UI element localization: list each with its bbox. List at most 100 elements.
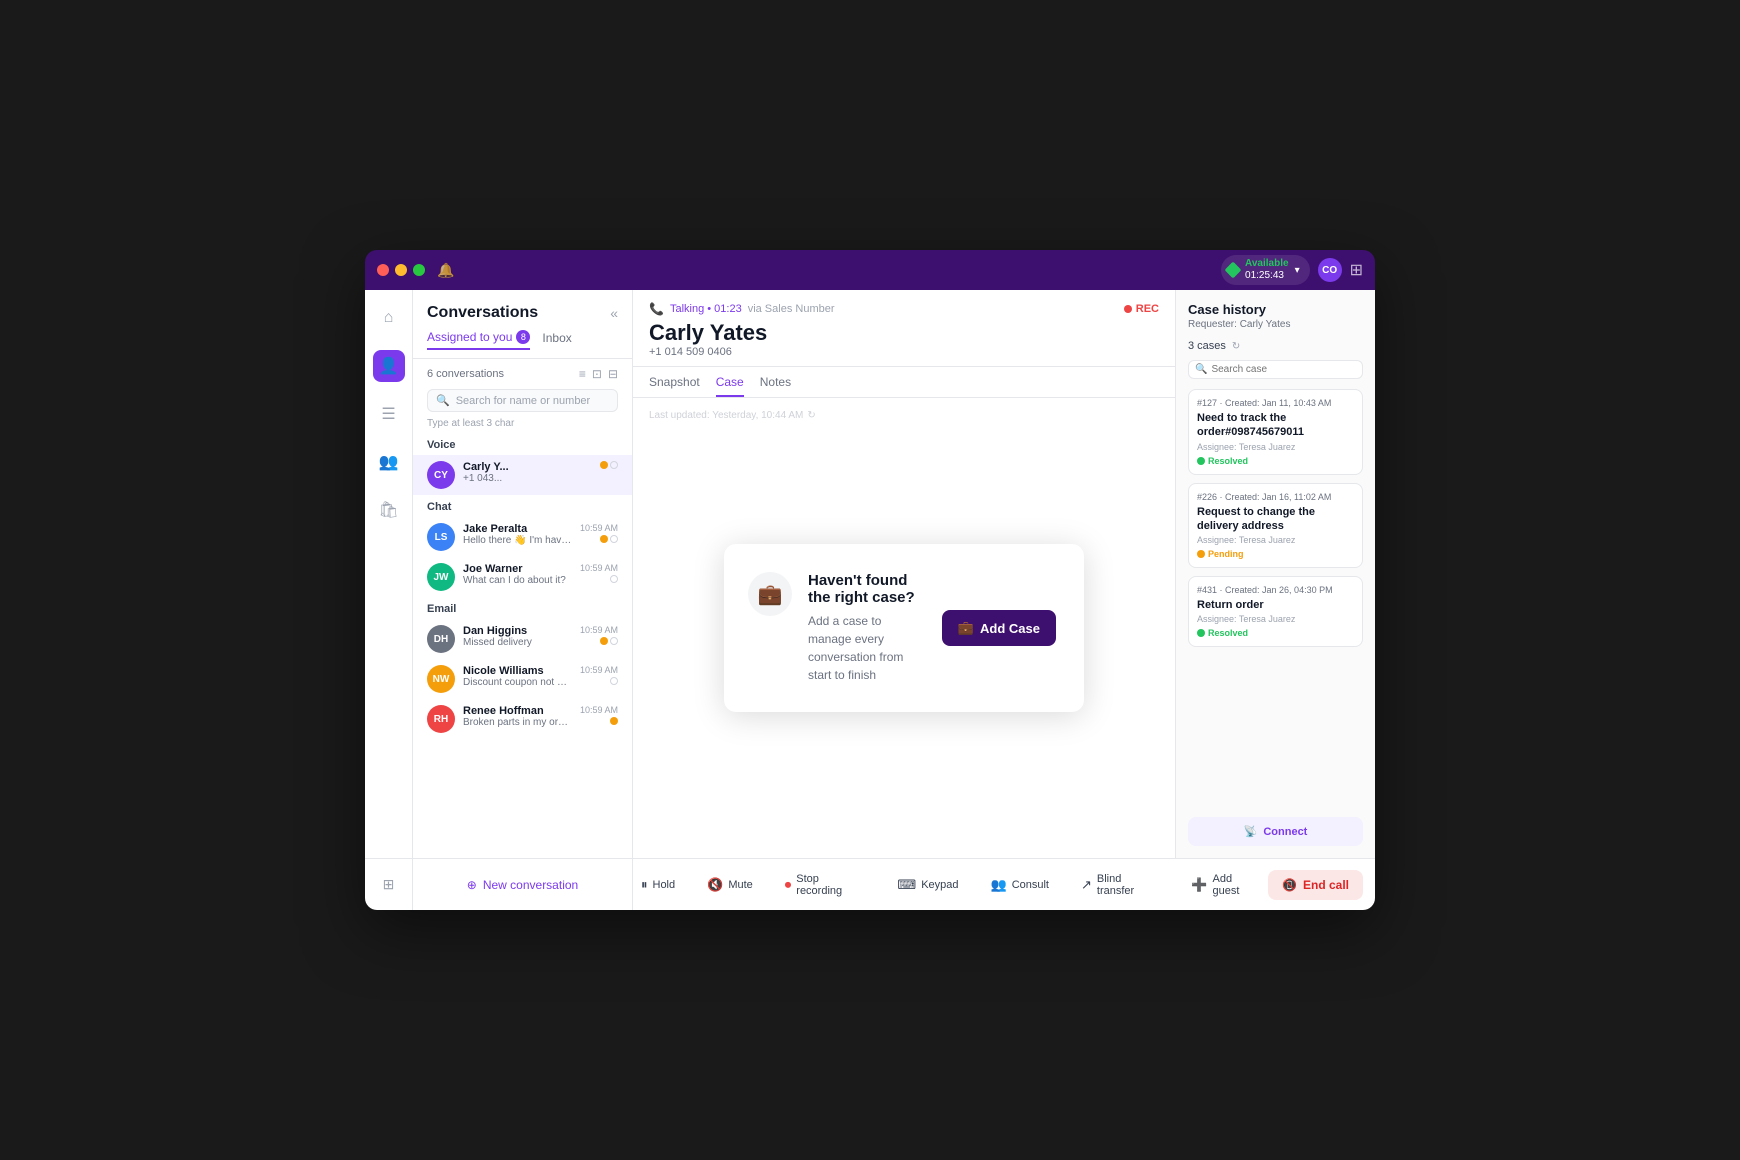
consult-button[interactable]: 👥 Consult xyxy=(983,873,1057,897)
content-tabs: Snapshot Case Notes xyxy=(633,367,1175,398)
case-assignee-127: Assignee: Teresa Juarez xyxy=(1197,442,1354,452)
conv-preview-carly: +1 043... xyxy=(463,473,592,484)
conv-name-joe: Joe Warner xyxy=(463,563,572,575)
plus-icon: ⊕ xyxy=(467,878,477,892)
right-panel: Case history Requester: Carly Yates 3 ca… xyxy=(1175,290,1375,858)
conv-meta-joe: 10:59 AM xyxy=(580,563,618,583)
case-subject-431: Return order xyxy=(1197,598,1354,612)
sidebar-item-conversations[interactable]: 👤 xyxy=(373,350,405,382)
status-text: Available 01:25:43 xyxy=(1245,258,1289,282)
avatar-renee: RH xyxy=(427,705,455,733)
status-green-icon-431 xyxy=(1197,629,1205,637)
tab-notes[interactable]: Notes xyxy=(760,375,791,397)
tab-assigned-to-you[interactable]: Assigned to you 8 xyxy=(427,330,530,350)
conv-indicators-jake xyxy=(600,535,618,543)
conv-time-jake: 10:59 AM xyxy=(580,523,618,533)
case-item-127[interactable]: #127 · Created: Jan 11, 10:43 AM Need to… xyxy=(1188,389,1363,475)
conv-preview-jake: Hello there 👋 I'm having trouble xyxy=(463,535,572,546)
case-search-input[interactable] xyxy=(1211,364,1356,375)
stop-recording-button[interactable]: ⏺ Stop recording xyxy=(777,869,874,901)
add-case-icon: 💼 xyxy=(958,620,974,636)
case-assignee-431: Assignee: Teresa Juarez xyxy=(1197,614,1354,624)
add-case-button[interactable]: 💼 Add Case xyxy=(942,610,1056,646)
avatar-carly: CY xyxy=(427,461,455,489)
conv-info-carly: Carly Y... +1 043... xyxy=(463,461,592,484)
avatar-jake: LS xyxy=(427,523,455,551)
tab-snapshot[interactable]: Snapshot xyxy=(649,375,700,397)
rec-label: REC xyxy=(1136,303,1159,315)
filter-icon[interactable]: ⊟ xyxy=(608,367,618,381)
sidebar-item-tasks[interactable]: ☰ xyxy=(373,398,405,430)
blind-transfer-button[interactable]: ↗ Blind transfer xyxy=(1073,869,1167,901)
add-guest-icon: ➕ xyxy=(1191,877,1207,893)
conv-item-nicole[interactable]: NW Nicole Williams Discount coupon not w… xyxy=(413,659,632,699)
conv-indicators-renee xyxy=(610,717,618,725)
cases-refresh-icon[interactable]: ↻ xyxy=(1232,341,1240,352)
conv-header: Conversations « xyxy=(413,290,632,330)
case-history-title: Case history xyxy=(1188,302,1363,317)
mute-icon: 🔇 xyxy=(707,877,723,893)
conv-preview-renee: Broken parts in my order xyxy=(463,717,572,728)
hold-button[interactable]: ⏸ Hold xyxy=(633,873,683,897)
status-indicator-icon xyxy=(1225,262,1242,279)
conv-indicators xyxy=(600,461,618,469)
sidebar-icons: ⌂ 👤 ☰ 👥 🛍 xyxy=(365,290,413,858)
conv-info-joe: Joe Warner What can I do about it? xyxy=(463,563,572,586)
sidebar-item-home[interactable]: ⌂ xyxy=(373,302,405,334)
call-status-row: 📞 Talking • 01:23 via Sales Number REC xyxy=(649,302,1159,316)
bottom-grid-icon[interactable]: ⊞ xyxy=(365,859,413,910)
conv-item-jake[interactable]: LS Jake Peralta Hello there 👋 I'm having… xyxy=(413,517,632,557)
close-button[interactable] xyxy=(377,264,389,276)
sort-icon[interactable]: ≡ xyxy=(579,367,586,381)
conv-meta-dan: 10:59 AM xyxy=(580,625,618,645)
add-guest-button[interactable]: ➕ Add guest xyxy=(1183,869,1268,901)
user-avatar[interactable]: CO xyxy=(1318,258,1342,282)
bell-icon[interactable]: 🔔 xyxy=(437,262,454,279)
case-subject-226: Request to change the delivery address xyxy=(1197,505,1354,534)
mute-button[interactable]: 🔇 Mute xyxy=(699,873,761,897)
status-timer: 01:25:43 xyxy=(1245,270,1289,282)
modal-briefcase-icon: 💼 xyxy=(748,572,792,616)
conv-name-nicole: Nicole Williams xyxy=(463,665,572,677)
conv-item-carly[interactable]: CY Carly Y... +1 043... xyxy=(413,455,632,495)
conv-time-joe: 10:59 AM xyxy=(580,563,618,573)
status-badge[interactable]: Available 01:25:43 ▾ xyxy=(1221,255,1310,285)
status-indicator xyxy=(610,461,618,469)
conv-meta-renee: 10:59 AM xyxy=(580,705,618,725)
tab-inbox[interactable]: Inbox xyxy=(542,330,571,350)
case-status-226: Pending xyxy=(1197,549,1354,559)
new-conversation-button[interactable]: ⊕ New conversation xyxy=(413,859,633,910)
modal-title: Haven't found the right case? xyxy=(808,572,926,606)
sidebar-item-contacts[interactable]: 👥 xyxy=(373,446,405,478)
conv-count-row: 6 conversations ≡ ⊡ ⊟ xyxy=(413,359,632,389)
app-window: 🔔 Available 01:25:43 ▾ CO ⊞ ⌂ 👤 ☰ 👥 🛍 xyxy=(365,250,1375,910)
view-icon[interactable]: ⊡ xyxy=(592,367,602,381)
maximize-button[interactable] xyxy=(413,264,425,276)
keypad-button[interactable]: ⌨ Keypad xyxy=(889,873,966,897)
end-call-button[interactable]: 📵 End call xyxy=(1268,870,1363,900)
connect-button[interactable]: 📡 Connect xyxy=(1188,817,1363,846)
conv-indicators-joe xyxy=(610,575,618,583)
section-voice-label: Voice xyxy=(413,433,632,455)
conv-info-nicole: Nicole Williams Discount coupon not work… xyxy=(463,665,572,688)
conv-item-dan[interactable]: DH Dan Higgins Missed delivery 10:59 AM xyxy=(413,619,632,659)
conv-item-joe[interactable]: JW Joe Warner What can I do about it? 10… xyxy=(413,557,632,597)
case-item-226[interactable]: #226 · Created: Jan 16, 11:02 AM Request… xyxy=(1188,483,1363,569)
call-status-text: Talking • 01:23 xyxy=(670,303,742,315)
grid-menu-icon[interactable]: ⊞ xyxy=(1350,260,1363,280)
case-subject-127: Need to track the order#098745679011 xyxy=(1197,411,1354,440)
conv-item-renee[interactable]: RH Renee Hoffman Broken parts in my orde… xyxy=(413,699,632,739)
collapse-button[interactable]: « xyxy=(610,305,618,321)
chevron-down-icon: ▾ xyxy=(1295,265,1300,276)
search-icon: 🔍 xyxy=(436,394,450,407)
conv-meta-carly xyxy=(600,461,618,469)
consult-icon: 👥 xyxy=(991,877,1007,893)
phone-icon: 📞 xyxy=(649,302,664,316)
call-controls: ⏸ Hold 🔇 Mute ⏺ Stop recording ⌨ Keypad … xyxy=(633,869,1268,901)
search-input[interactable] xyxy=(456,395,609,407)
sidebar-item-store[interactable]: 🛍 xyxy=(373,494,405,526)
tab-case[interactable]: Case xyxy=(716,375,744,397)
conv-preview-joe: What can I do about it? xyxy=(463,575,572,586)
case-item-431[interactable]: #431 · Created: Jan 26, 04:30 PM Return … xyxy=(1188,576,1363,647)
minimize-button[interactable] xyxy=(395,264,407,276)
